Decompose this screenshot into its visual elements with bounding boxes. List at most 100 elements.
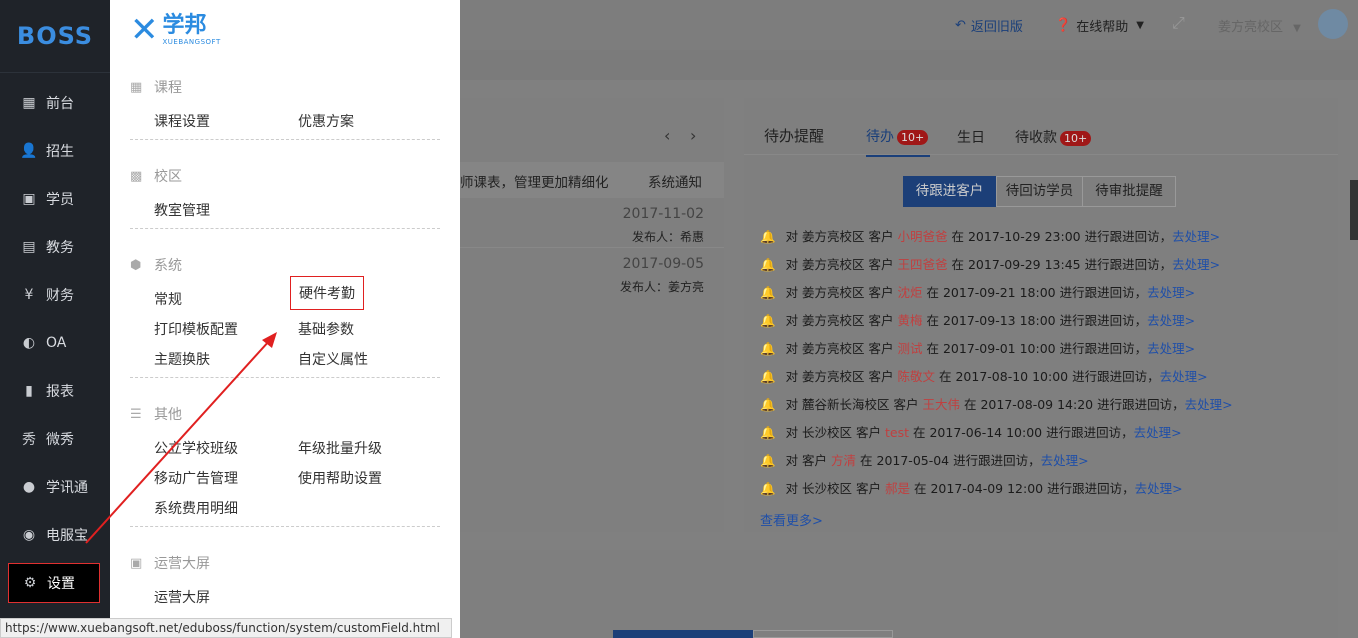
reminder-item: 🔔 对 麓谷新长海校区 客户 王大伟 在 2017-08-09 14:20 进行跟… <box>760 397 1233 412</box>
reminder-item: 🔔 对 长沙校区 客户 郝是 在 2017-04-09 12:00 进行跟进回访，… <box>760 481 1183 496</box>
prev-arrow-icon[interactable]: ‹ <box>664 126 670 145</box>
menu-item[interactable]: 主题换肤 <box>154 349 210 369</box>
menu-section-header: ▩ 校区 <box>130 168 182 186</box>
customer-link[interactable]: 方清 <box>831 453 856 468</box>
next-arrow-icon[interactable]: › <box>690 126 696 145</box>
reminder-item: 🔔 对 客户 方清 在 2017-05-04 进行跟进回访，去处理> <box>760 453 1089 468</box>
section-icon: ⬢ <box>130 257 142 273</box>
customer-link[interactable]: 沈炬 <box>898 285 923 300</box>
sidebar-item[interactable]: ▣ 学员 <box>0 175 110 223</box>
menu-item[interactable]: 公立学校班级 <box>154 438 238 458</box>
reminder-item: 🔔 对 姜方亮校区 客户 陈敬文 在 2017-08-10 10:00 进行跟进回… <box>760 369 1208 384</box>
process-link[interactable]: 去处理> <box>1147 341 1195 356</box>
sidebar-item[interactable]: ▦ 前台 <box>0 79 110 127</box>
bell-icon: 🔔 <box>760 369 776 384</box>
notice-item[interactable]: 2017-11-02 发布人：希惠 <box>460 198 724 248</box>
campus-selector[interactable]: 姜方亮校区 ▼ <box>1218 16 1301 35</box>
notice-banner[interactable]: 师课表，管理更加精细化 系统通知 <box>460 162 724 198</box>
notice-panel: ‹ › 师课表，管理更加精细化 系统通知 2017-11-02 发布人：希惠 2… <box>460 98 724 532</box>
avatar[interactable] <box>1318 9 1348 39</box>
menu-divider <box>130 228 440 229</box>
reminder-item: 🔔 对 姜方亮校区 客户 王四爸爸 在 2017-09-29 13:45 进行跟进… <box>760 257 1221 272</box>
customer-link[interactable]: test <box>885 425 909 440</box>
menu-item[interactable]: 课程设置 <box>154 111 210 131</box>
sidebar-item[interactable]: ¥ 财务 <box>0 271 110 319</box>
customer-link[interactable]: 王四爸爸 <box>898 257 948 272</box>
subtab-followup[interactable]: 待跟进客户 <box>903 176 996 207</box>
process-link[interactable]: 去处理> <box>1160 369 1208 384</box>
process-link[interactable]: 去处理> <box>1041 453 1089 468</box>
section-icon: ▩ <box>130 168 143 184</box>
process-link[interactable]: 去处理> <box>1172 229 1220 244</box>
tab-todo[interactable]: 待办 10+ <box>866 126 930 157</box>
sidebar-item[interactable]: ⚙ 设置 <box>8 563 100 603</box>
chart-tab-active[interactable] <box>613 630 753 638</box>
customer-link[interactable]: 小明爸爸 <box>898 229 948 244</box>
menu-item[interactable]: 教室管理 <box>154 200 210 220</box>
menu-item[interactable]: 打印模板配置 <box>154 319 238 339</box>
sidebar-item[interactable]: ▤ 教务 <box>0 223 110 271</box>
bell-icon: 🔔 <box>760 229 776 244</box>
menu-item[interactable]: 常规 <box>154 289 182 309</box>
chat-icon: ◐ <box>22 335 36 351</box>
process-link[interactable]: 去处理> <box>1135 481 1183 496</box>
online-help-menu[interactable]: ❓ 在线帮助 ▼ <box>1055 16 1144 35</box>
subtab-revisit[interactable]: 待回访学员 <box>996 176 1083 207</box>
process-link[interactable]: 去处理> <box>1172 257 1220 272</box>
chart-tab[interactable] <box>753 630 893 638</box>
menu-section-header: ▣ 运营大屏 <box>130 555 210 573</box>
weixiu-icon: 秀 <box>22 432 36 448</box>
settings-menu: ✕ 学邦 XUEBANGSOFT ▦ 课程 课程设置 优惠方案 ▩ 校区 教室管理 ⬢ 系统 常规… <box>110 0 460 638</box>
process-link[interactable]: 去处理> <box>1147 285 1195 300</box>
sidebar-item[interactable]: ◉ 电服宝 <box>0 511 110 559</box>
reminder-item: 🔔 对 姜方亮校区 客户 小明爸爸 在 2017-10-29 23:00 进行跟进… <box>760 229 1221 244</box>
section-icon: ▣ <box>130 555 143 571</box>
help-icon: ❓ <box>1055 18 1072 33</box>
sidebar-item[interactable]: 👤 招生 <box>0 127 110 175</box>
customer-link[interactable]: 黄梅 <box>898 313 923 328</box>
menu-item[interactable]: 移动广告管理 <box>154 468 238 488</box>
process-link[interactable]: 去处理> <box>1134 425 1182 440</box>
customer-link[interactable]: 王大伟 <box>923 397 961 412</box>
menu-item[interactable]: 自定义属性 <box>298 349 368 369</box>
divider <box>744 154 1338 155</box>
menu-item[interactable]: 优惠方案 <box>298 111 354 131</box>
subtab-approval[interactable]: 待审批提醒 <box>1083 176 1176 207</box>
bell-icon: 🔔 <box>760 285 776 300</box>
sidebar-item[interactable]: ▮ 报表 <box>0 367 110 415</box>
sidebar-item[interactable]: ● 学讯通 <box>0 463 110 511</box>
menu-section-header: ⬢ 系统 <box>130 257 182 275</box>
sidebar-item[interactable]: 秀微秀 <box>0 415 110 463</box>
menu-item[interactable]: 年级批量升级 <box>298 438 382 458</box>
chevron-down-icon: ▼ <box>1293 23 1301 34</box>
process-link[interactable]: 去处理> <box>1147 313 1195 328</box>
phone-icon: ◉ <box>22 527 36 543</box>
user-add-icon: 👤 <box>20 143 38 159</box>
process-link[interactable]: 去处理> <box>1185 397 1233 412</box>
menu-section-header: ▦ 课程 <box>130 79 182 97</box>
notice-item[interactable]: 2017-09-05 发布人：姜方亮 <box>460 250 724 300</box>
sidebar-item[interactable]: ◐ OA <box>0 319 110 367</box>
reminder-item: 🔔 对 姜方亮校区 客户 测试 在 2017-09-01 10:00 进行跟进回访… <box>760 341 1196 356</box>
scrollbar[interactable] <box>1350 180 1358 240</box>
sidebar: BOSS ▦ 前台 👤 招生 ▣ 学员 ▤ 教务 ¥ 财务 ◐ OA ▮ 报表秀微秀 ● 学讯通 ◉ 电服宝 ⚙ 设置 <box>0 0 110 638</box>
view-more-link[interactable]: 查看更多> <box>760 510 823 529</box>
customer-link[interactable]: 测试 <box>898 341 923 356</box>
customer-link[interactable]: 陈敬文 <box>898 369 936 384</box>
undo-icon: ↶ <box>955 18 966 33</box>
menu-item[interactable]: 使用帮助设置 <box>298 468 382 488</box>
menu-item[interactable]: 系统费用明细 <box>154 498 238 518</box>
tab-pending-payment[interactable]: 待收款 10+ <box>1015 127 1092 147</box>
bell-icon: 🔔 <box>760 481 776 496</box>
bell-icon: 🔔 <box>760 313 776 328</box>
fullscreen-icon[interactable]: ⤢ <box>1172 13 1185 33</box>
menu-item[interactable]: 硬件考勤 <box>290 276 364 310</box>
tab-birthday[interactable]: 生日 <box>957 127 985 147</box>
calendar-icon: ▦ <box>22 95 36 111</box>
back-old-version-link[interactable]: ↶ 返回旧版 <box>955 16 1023 35</box>
customer-link[interactable]: 郝是 <box>885 481 910 496</box>
top-bar: ↶ 返回旧版 ❓ 在线帮助 ▼ ⤢ 姜方亮校区 ▼ <box>460 0 1358 50</box>
menu-item[interactable]: 基础参数 <box>298 319 354 339</box>
location-icon: ● <box>22 479 36 495</box>
menu-item[interactable]: 运营大屏 <box>154 587 210 607</box>
